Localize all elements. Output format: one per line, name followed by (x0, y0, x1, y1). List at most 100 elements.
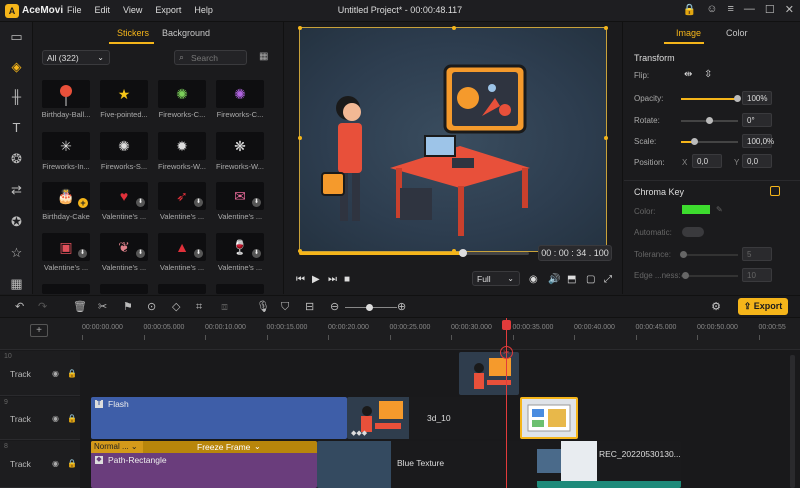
sticker-tile[interactable] (42, 284, 90, 294)
sticker-tile[interactable]: ▣ ⬇ (42, 233, 90, 261)
flip-horizontal-icon[interactable]: ⇹ (684, 69, 692, 80)
redo-icon[interactable]: ↷ (38, 300, 47, 314)
layers-icon[interactable]: ◈ (8, 58, 25, 75)
scale-knob[interactable] (691, 138, 699, 145)
pos-x-input[interactable]: 0,0 (692, 154, 722, 168)
download-icon[interactable]: ⬇ (252, 198, 261, 207)
download-icon[interactable]: ⬇ (194, 249, 203, 258)
tolerance-value[interactable]: 5 (742, 247, 772, 261)
speed-icon[interactable]: ⊙ (147, 300, 156, 314)
sticker-tile[interactable]: 🎂 + (42, 182, 90, 210)
blue-texture-clip[interactable]: Blue Texture (317, 441, 547, 488)
pos-y-input[interactable]: 0,0 (742, 154, 772, 168)
menu-help[interactable]: Help (194, 5, 213, 15)
sticker-tile[interactable]: ➶ ⬇ (158, 182, 206, 210)
play-icon[interactable]: ▶ (312, 274, 320, 285)
shield-icon[interactable]: ⛉ (281, 300, 289, 314)
timeline-clip[interactable] (459, 352, 519, 395)
download-icon[interactable]: ⬇ (194, 198, 203, 207)
path-rectangle-clip[interactable]: Normal ... ⌄ Freeze Frame ⌄ ◆ Path-Recta… (91, 441, 317, 488)
sticker-tile[interactable]: ✺ (216, 80, 264, 108)
resize-handle[interactable] (298, 26, 302, 30)
sticker-tile[interactable]: 🍷 ⬇ (216, 233, 264, 261)
add-icon[interactable]: + (78, 198, 88, 208)
tolerance-slider[interactable] (681, 254, 738, 256)
tab-color[interactable]: Color (726, 28, 748, 38)
next-frame-icon[interactable]: ⏭ (328, 274, 337, 285)
rotate-value[interactable]: 0° (742, 113, 772, 127)
lock-icon[interactable]: 🔒 (67, 414, 77, 423)
maximize-icon[interactable]: ☐ (765, 3, 775, 16)
sticker-search-input[interactable]: ⌕ Search (174, 50, 247, 65)
folder-icon[interactable]: ▭ (8, 28, 25, 45)
sticker-tile[interactable]: ✺ (158, 80, 206, 108)
zoom-in-icon[interactable]: ⊕ (397, 300, 406, 314)
zoom-slider-knob[interactable] (366, 304, 373, 311)
zoom-dropdown[interactable]: Full ⌄ (472, 271, 520, 286)
fullscreen-icon[interactable]: ⤢ (604, 274, 612, 285)
rec-clip[interactable]: REC_20220530130... (537, 441, 681, 488)
sticker-tile[interactable]: ★ (100, 80, 148, 108)
download-icon[interactable]: ⬇ (78, 249, 87, 258)
lock-icon[interactable]: 🔒 (67, 369, 77, 378)
stop-icon[interactable]: ■ (344, 274, 350, 285)
menu-view[interactable]: View (123, 5, 142, 15)
sticker-tile[interactable] (158, 284, 206, 294)
flip-vertical-icon[interactable]: ⇳ (704, 69, 712, 80)
text-icon[interactable]: T (8, 119, 25, 136)
menu-export[interactable]: Export (155, 5, 181, 15)
eyedropper-icon[interactable]: ✎ (716, 205, 723, 214)
seek-handle[interactable] (459, 249, 467, 257)
scale-value[interactable]: 100,0% (742, 134, 774, 148)
chroma-key-checkbox[interactable] (770, 186, 780, 196)
effects-icon[interactable]: ✪ (8, 213, 25, 230)
crop-icon[interactable]: ⌗ (196, 300, 202, 314)
minimize-icon[interactable]: — (744, 3, 755, 16)
selected-clip[interactable] (520, 397, 578, 439)
resize-handle[interactable] (604, 136, 608, 140)
tab-image[interactable]: Image (676, 28, 701, 38)
sticker-tile[interactable] (42, 80, 90, 108)
time-ruler[interactable]: + 00:00:00.000 00:00:05.000 00:00:10.000 00… (0, 318, 800, 350)
resize-handle[interactable] (452, 26, 456, 30)
sticker-tile[interactable] (216, 284, 264, 294)
filters-icon[interactable]: ❂ (8, 150, 25, 167)
playhead[interactable] (506, 318, 507, 488)
seek-track[interactable] (464, 252, 529, 255)
volume-icon[interactable]: 🔊 (548, 274, 560, 285)
sticker-tile[interactable]: ❦ ⬇ (100, 233, 148, 261)
edge-slider[interactable] (681, 275, 738, 277)
timeline-scrollbar[interactable] (790, 355, 795, 488)
playhead-handle[interactable] (502, 320, 511, 330)
download-icon[interactable]: ⬇ (136, 249, 145, 258)
account-icon[interactable]: ☺ (706, 3, 717, 16)
lock-icon[interactable]: 🔒 (67, 459, 77, 468)
audio-wave-icon[interactable]: ╫ (8, 88, 25, 105)
edge-value[interactable]: 10 (742, 268, 772, 282)
fit-icon[interactable]: ⊟ (305, 300, 314, 314)
sticker-tile[interactable]: ✳ (42, 132, 90, 160)
menu-edit[interactable]: Edit (95, 5, 111, 15)
rotate-knob[interactable] (705, 117, 713, 124)
sticker-tile[interactable]: ♥ ⬇ (100, 182, 148, 210)
automatic-toggle[interactable] (682, 227, 704, 237)
eye-icon[interactable]: ◉ (52, 369, 59, 378)
freeze-frame-label[interactable]: Freeze Frame (197, 442, 250, 452)
sticker-icon[interactable]: ☆ (8, 244, 25, 261)
tolerance-knob[interactable] (680, 251, 687, 258)
transitions-icon[interactable]: ⇄ (8, 181, 25, 198)
close-icon[interactable]: ✕ (785, 3, 794, 16)
split-icon[interactable]: ✂ (98, 300, 107, 314)
download-icon[interactable]: ⬇ (252, 249, 261, 258)
delete-icon[interactable]: 🗑 (73, 300, 87, 314)
freeze-icon[interactable]: ⧈ (221, 300, 228, 314)
edge-knob[interactable] (682, 272, 689, 279)
sticker-tile[interactable]: ✺ (100, 132, 148, 160)
voiceover-icon[interactable]: ⬒ (567, 274, 576, 285)
sticker-tile[interactable]: ❋ (216, 132, 264, 160)
layout-icon[interactable]: ▦ (8, 275, 25, 292)
settings-icon[interactable]: ⚙ (706, 299, 726, 315)
resize-handle[interactable] (604, 26, 608, 30)
category-dropdown[interactable]: All (322) ⌄ (42, 50, 110, 65)
keyframe-icon[interactable]: ◇ (172, 300, 180, 314)
